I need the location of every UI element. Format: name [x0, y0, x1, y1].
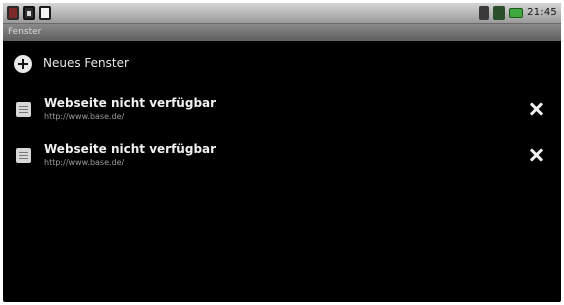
- window-title: Webseite nicht verfügbar: [44, 96, 217, 110]
- status-bar-notifications: [7, 5, 51, 21]
- browser-windows-screen: 21:45 Fenster Neues Fenster Webseite nic…: [3, 3, 561, 302]
- plus-circle-icon: [14, 55, 32, 73]
- window-url: http://www.base.de/: [44, 112, 125, 121]
- close-icon[interactable]: [528, 100, 546, 118]
- new-window-button[interactable]: Neues Fenster: [3, 40, 561, 88]
- close-icon[interactable]: [528, 146, 546, 164]
- signal-icon: [479, 6, 490, 20]
- status-clock: 21:45: [527, 7, 557, 18]
- window-title: Webseite nicht verfügbar: [44, 142, 217, 156]
- page-title: Fenster: [8, 27, 42, 37]
- notification-icon: [7, 6, 19, 20]
- notification-icon: [39, 6, 51, 20]
- status-bar: 21:45: [3, 3, 561, 24]
- page-icon: [16, 102, 31, 117]
- window-item[interactable]: Webseite nicht verfügbar http://www.base…: [3, 85, 561, 133]
- window-url: http://www.base.de/: [44, 158, 125, 167]
- window-item[interactable]: Webseite nicht verfügbar http://www.base…: [3, 131, 561, 179]
- battery-icon: [509, 8, 524, 18]
- network-icon: [493, 6, 506, 20]
- page-icon: [16, 148, 31, 163]
- title-bar: Fenster: [3, 24, 561, 41]
- new-window-label: Neues Fenster: [43, 56, 129, 70]
- status-bar-system: 21:45: [479, 5, 557, 21]
- notification-icon: [23, 6, 35, 20]
